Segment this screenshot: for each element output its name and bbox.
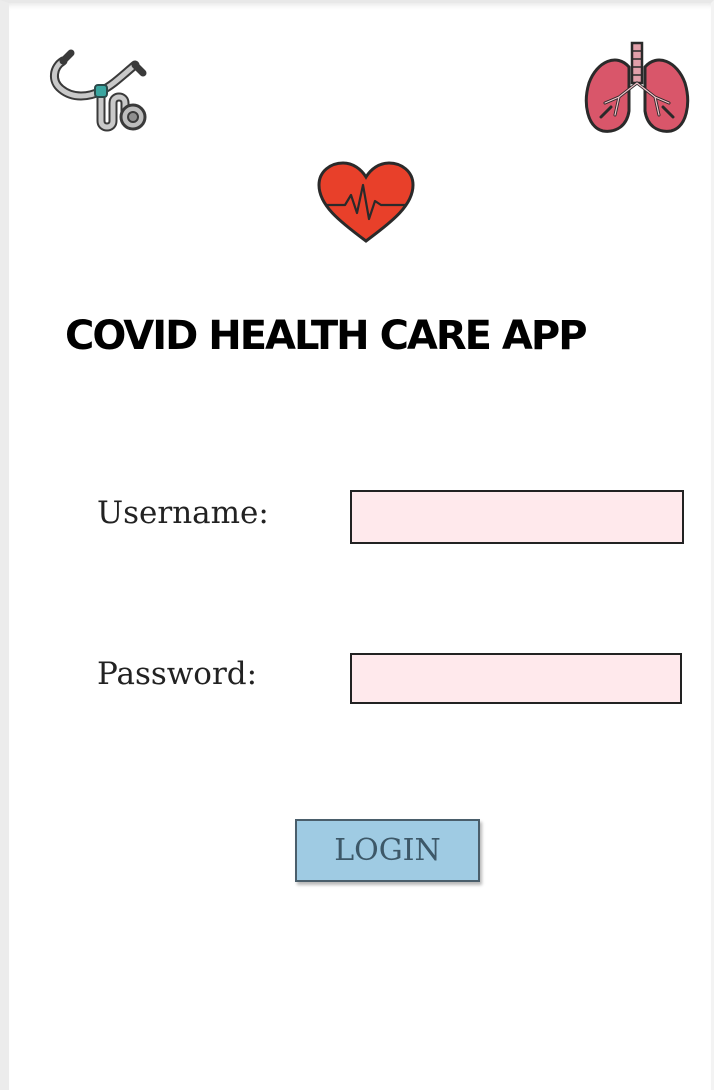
- password-input[interactable]: [350, 653, 682, 704]
- app-title: COVID HEALTH CARE APP: [65, 313, 588, 359]
- password-label: Password:: [97, 656, 258, 692]
- app-screen: COVID HEALTH CARE APP Username: Password…: [0, 0, 714, 1090]
- lungs-icon: [581, 41, 693, 137]
- login-button[interactable]: LOGIN: [295, 819, 480, 882]
- heart-pulse-icon: [315, 161, 417, 245]
- stethoscope-icon: [49, 47, 151, 133]
- username-input[interactable]: [350, 490, 684, 544]
- username-label: Username:: [97, 495, 269, 531]
